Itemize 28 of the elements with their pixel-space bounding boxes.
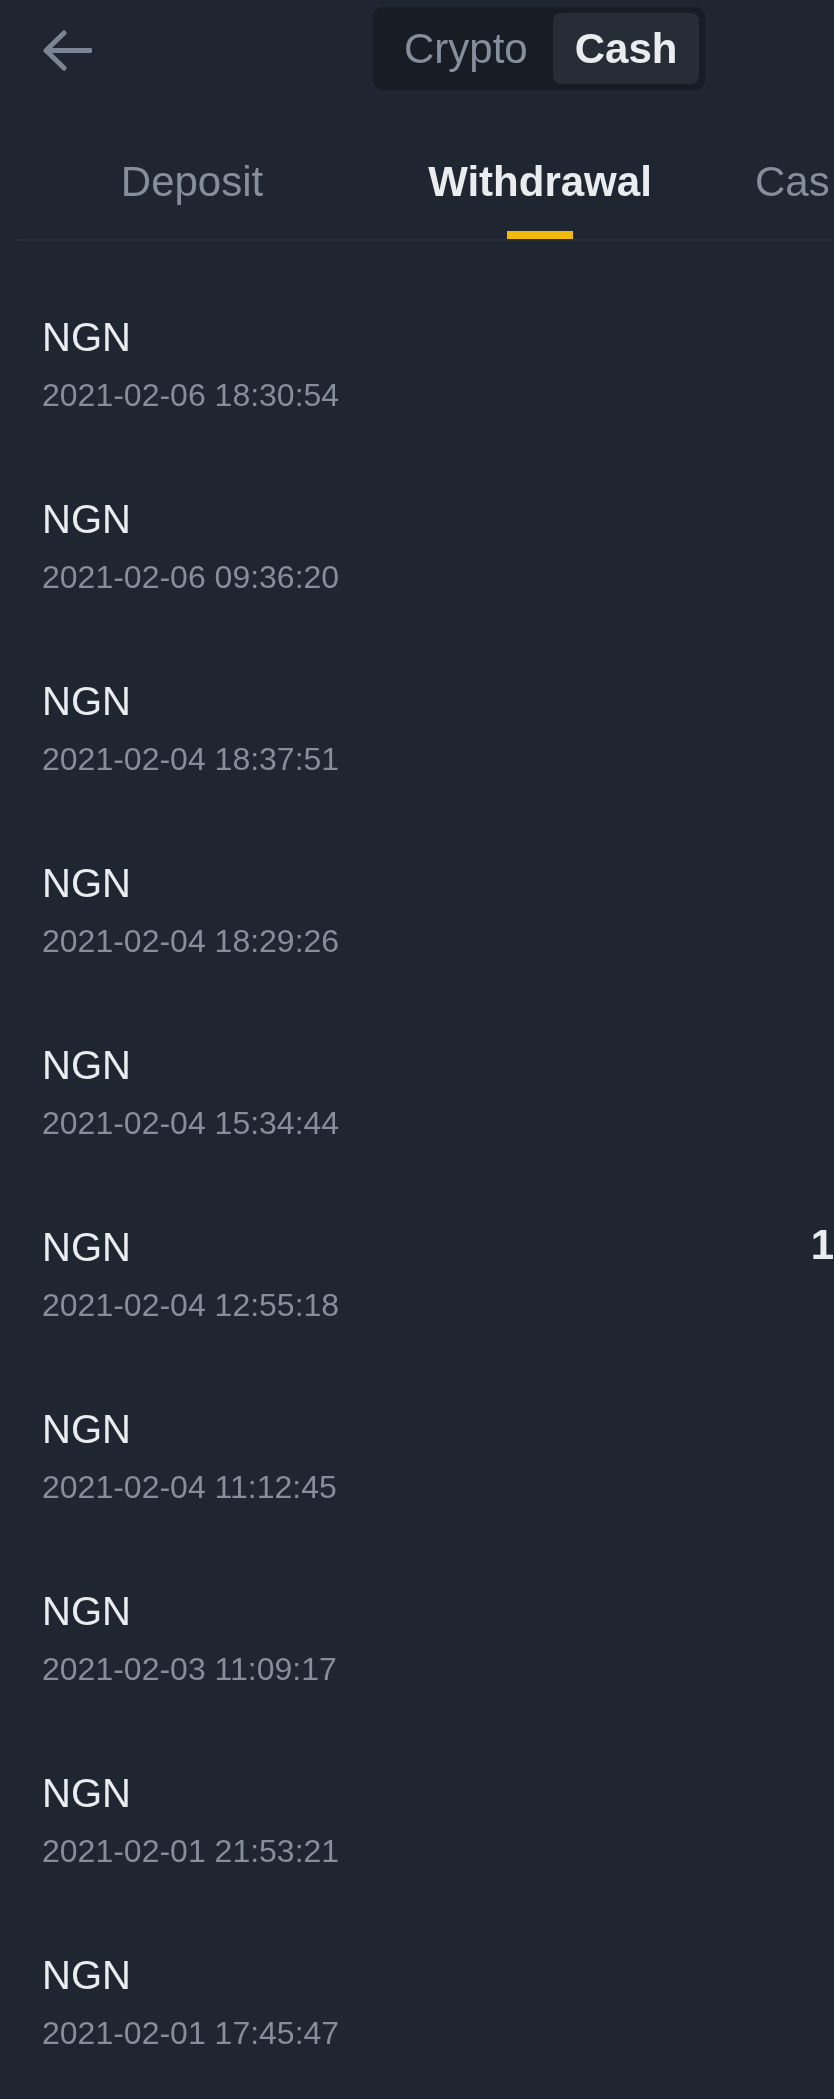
transaction-amount: 1	[810, 1221, 834, 1269]
currency-code: NGN	[42, 1406, 132, 1453]
transaction-time: 2021-02-04 12:55:18	[42, 1286, 340, 1325]
segment-option[interactable]: Cash	[552, 13, 700, 84]
transaction-time: 2021-02-01 17:45:47	[42, 2014, 340, 2053]
transaction-time: 2021-02-04 11:12:45	[42, 1468, 337, 1507]
transaction-time: 2021-02-01 21:53:21	[42, 1832, 340, 1871]
transaction-time: 2021-02-03 11:09:17	[42, 1650, 337, 1689]
back-arrow-icon	[42, 30, 92, 71]
currency-code: NGN	[42, 1224, 132, 1271]
currency-code: NGN	[42, 314, 132, 361]
transaction-time: 2021-02-06 09:36:20	[42, 558, 340, 597]
tab-underline	[507, 231, 573, 239]
currency-code: NGN	[42, 860, 132, 907]
currency-code: NGN	[42, 1588, 132, 1635]
currency-code: NGN	[42, 496, 132, 543]
tab[interactable]: Deposit	[17, 97, 367, 239]
transaction-time: 2021-02-04 15:34:44	[42, 1104, 340, 1143]
transaction-time: 2021-02-06 18:30:54	[42, 376, 340, 415]
currency-code: NGN	[42, 1042, 132, 1089]
segment-option[interactable]: Crypto	[379, 13, 553, 84]
currency-code: NGN	[42, 678, 132, 725]
transaction-time: 2021-02-04 18:37:51	[42, 740, 340, 779]
transaction-time: 2021-02-04 18:29:26	[42, 922, 340, 961]
currency-code: NGN	[42, 1952, 132, 1999]
currency-code: NGN	[42, 1770, 132, 1817]
tab[interactable]: Cas	[713, 97, 834, 239]
tab[interactable]: Withdrawal	[367, 97, 713, 239]
